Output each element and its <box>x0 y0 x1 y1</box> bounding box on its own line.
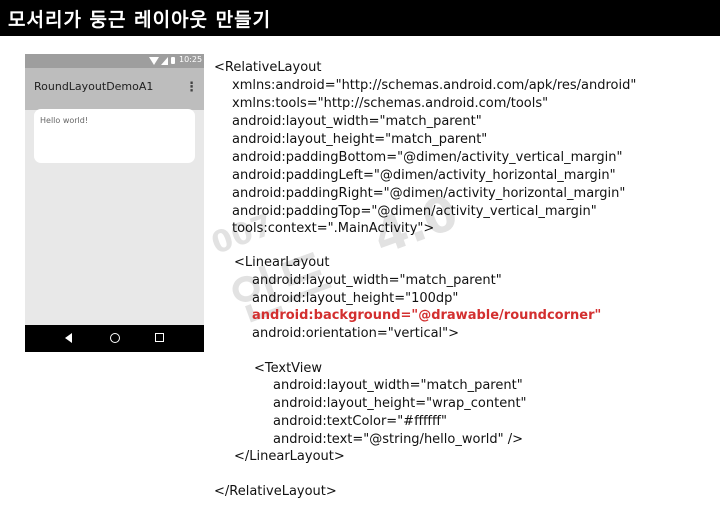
code-line: xmlns:android="http://schemas.android.co… <box>232 78 637 93</box>
phone-screenshot: 10:25 RoundLayoutDemoA1 ⋮ Hello world! <box>25 54 204 352</box>
watermark-text: 안드 <box>223 240 339 335</box>
code-line: </RelativeLayout> <box>214 484 337 499</box>
code-line: </LinearLayout> <box>234 449 345 464</box>
code-line: tools:context=".MainActivity"> <box>232 221 435 236</box>
watermark-text: 007 <box>206 207 278 262</box>
code-line: android:paddingTop="@dimen/activity_vert… <box>232 204 597 219</box>
code-line: <RelativeLayout <box>214 60 322 75</box>
nav-bar <box>25 325 204 352</box>
watermark: 007 안드 4.0 <box>200 87 590 351</box>
slide-title: 모서리가 둥근 레이아웃 만들기 <box>8 9 272 31</box>
code-line: android:layout_height="wrap_content" <box>273 396 527 411</box>
recents-icon[interactable] <box>155 333 164 342</box>
code-line: android:layout_width="match_parent" <box>252 273 502 288</box>
home-icon[interactable] <box>110 333 120 343</box>
code-line: android:layout_height="match_parent" <box>232 132 488 147</box>
watermark-text: 4.0 <box>366 184 466 266</box>
status-time: 10:25 <box>179 55 203 64</box>
overflow-menu-icon[interactable]: ⋮ <box>185 77 198 99</box>
rounded-card: Hello world! <box>34 109 195 163</box>
hello-world-text: Hello world! <box>40 116 89 125</box>
slide-title-bar: 모서리가 둥근 레이아웃 만들기 <box>0 0 720 36</box>
code-line: <TextView <box>254 361 323 376</box>
code-line: android:textColor="#ffffff" <box>273 414 447 429</box>
code-line: android:layout_height="100dp" <box>252 291 459 306</box>
code-line: android:paddingRight="@dimen/activity_ho… <box>232 186 626 201</box>
code-line: <LinearLayout <box>234 255 330 270</box>
back-icon[interactable] <box>65 333 72 343</box>
code-line: android:paddingBottom="@dimen/activity_v… <box>232 150 623 165</box>
code-line: xmlns:tools="http://schemas.android.com/… <box>232 96 549 111</box>
signal-icon <box>161 57 168 65</box>
battery-icon <box>171 57 175 64</box>
app-title: RoundLayoutDemoA1 <box>34 80 154 93</box>
status-bar: 10:25 <box>25 54 204 68</box>
code-line: android:paddingLeft="@dimen/activity_hor… <box>232 168 616 183</box>
wifi-icon <box>149 57 159 65</box>
app-bar: RoundLayoutDemoA1 ⋮ <box>25 68 204 110</box>
code-line: android:layout_width="match_parent" <box>273 378 523 393</box>
code-line: android:layout_width="match_parent" <box>232 114 482 129</box>
code-line: android:text="@string/hello_world" /> <box>273 432 524 447</box>
code-line: android:orientation="vertical"> <box>252 326 460 341</box>
code-line-highlighted: android:background="@drawable/roundcorne… <box>252 308 602 323</box>
